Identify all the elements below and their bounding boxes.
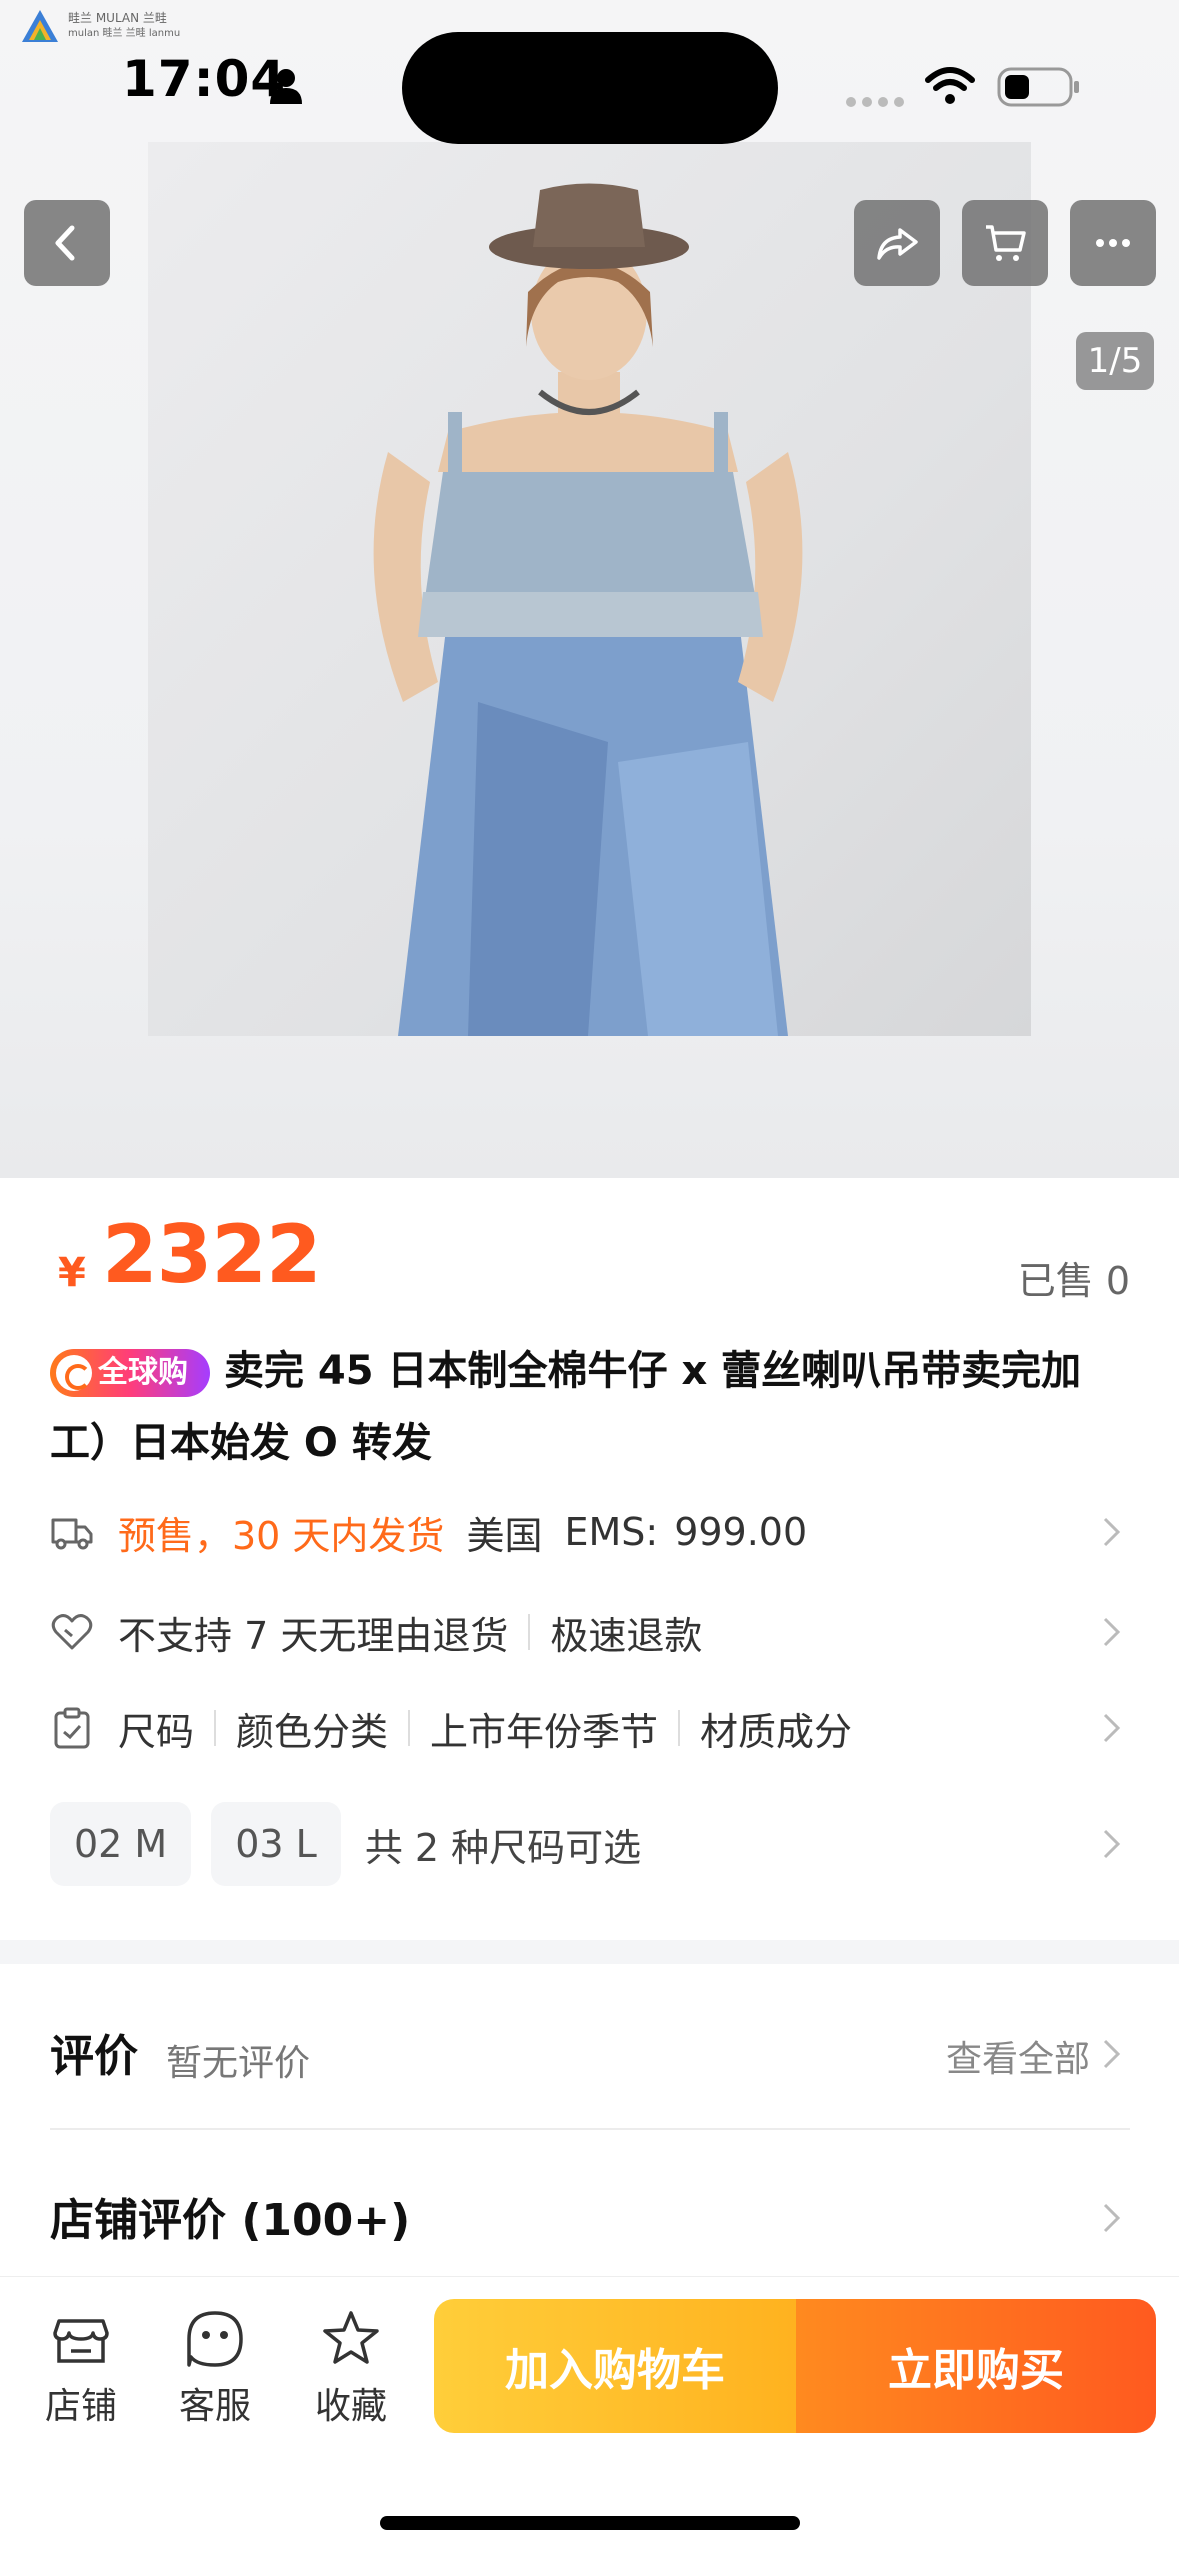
share-icon — [877, 228, 918, 260]
product-gallery[interactable] — [0, 0, 1179, 1178]
home-indicator — [380, 2516, 800, 2530]
chevron-right-icon — [1103, 1517, 1121, 1547]
global-tag-icon — [56, 1355, 92, 1391]
size-chip-l[interactable]: 03 L — [211, 1802, 341, 1886]
reviews-row[interactable]: 评价 暂无评价 查看全部 — [50, 2010, 1130, 2090]
sold-count: 已售 0 — [1017, 1259, 1130, 1303]
global-tag-label: 全球购 — [98, 1355, 188, 1390]
back-icon — [55, 225, 75, 261]
clock: 17:04 — [122, 50, 287, 108]
more-button[interactable] — [1070, 200, 1156, 286]
divider — [678, 1710, 681, 1746]
size-chip-m[interactable]: 02 M — [50, 1802, 192, 1886]
person-icon — [270, 69, 302, 104]
shop-reviews-row[interactable]: 店铺评价 (100+) — [50, 2174, 1130, 2254]
presale-text: 预售，30 天内发货 — [118, 1513, 445, 1558]
add-to-cart-button[interactable]: 加入购物车 — [434, 2299, 796, 2433]
chevron-right-icon — [1103, 1617, 1121, 1647]
shipping-row[interactable]: 预售，30 天内发货 美国 EMS: 999.00 — [50, 1502, 1130, 1562]
app-badge: 畦兰 MULAN 兰畦 mulan 畦兰 兰畦 lanmu — [20, 8, 180, 44]
cart-icon — [986, 225, 1026, 261]
store-icon — [53, 2319, 109, 2363]
signal-icon — [846, 97, 904, 107]
chevron-right-icon — [1103, 1829, 1121, 1859]
attribute-size: 尺码 — [118, 1709, 195, 1754]
divider — [408, 1710, 411, 1746]
wifi-icon — [925, 67, 975, 104]
attributes-row[interactable]: 尺码 颜色分类 上市年份季节 材质成分 — [50, 1698, 1130, 1758]
badge-line1: 畦兰 MULAN 兰畦 — [68, 11, 167, 25]
reviews-subtitle: 暂无评价 — [166, 2043, 311, 2084]
heart-shield-icon — [51, 1614, 93, 1650]
clipboard-icon — [54, 1707, 90, 1749]
return-policy-row[interactable]: 不支持 7 天无理由退货 极速退款 — [50, 1602, 1130, 1662]
badge-line2: mulan 畦兰 兰畦 lanmu — [68, 28, 181, 39]
favorite-tab[interactable]: 收藏 — [296, 2307, 406, 2429]
customer-service-tab[interactable]: 客服 — [160, 2307, 270, 2429]
ems-label: EMS: — [564, 1510, 659, 1554]
customer-service-label: 客服 — [178, 2386, 251, 2427]
badge-text: 畦兰 MULAN 兰畦 mulan 畦兰 兰畦 lanmu — [68, 10, 180, 42]
divider — [214, 1710, 217, 1746]
star-icon — [323, 2311, 379, 2364]
more-icon — [1096, 239, 1130, 247]
reviews-title: 评价 — [50, 2031, 138, 2082]
currency-symbol: ¥ — [58, 1250, 86, 1296]
status-bar: 畦兰 MULAN 兰畦 mulan 畦兰 兰畦 lanmu 17:04 — [0, 0, 1179, 150]
favorite-label: 收藏 — [314, 2386, 387, 2427]
shop-reviews-title: 店铺评价 (100+) — [50, 2195, 411, 2246]
share-button[interactable] — [854, 200, 940, 286]
ship-from-country: 美国 — [466, 1513, 543, 1558]
battery-icon — [997, 67, 1079, 107]
section-divider — [0, 1940, 1179, 1964]
page-indicator: 1/5 — [1076, 332, 1154, 390]
chat-face-icon — [187, 2311, 243, 2367]
cart-button[interactable] — [962, 200, 1048, 286]
divider — [50, 2128, 1130, 2130]
bottom-action-bar: 店铺 客服 收藏 加入购物车 立即购买 — [0, 2276, 1179, 2556]
price-row: ¥ 2322 已售 0 — [50, 1208, 1130, 1308]
store-tab-label: 店铺 — [44, 2386, 117, 2427]
dynamic-island — [402, 32, 778, 144]
view-all-reviews-link[interactable]: 查看全部 — [946, 2030, 1090, 2082]
chevron-right-icon — [1103, 2203, 1121, 2233]
divider — [528, 1614, 531, 1650]
back-button[interactable] — [24, 200, 110, 286]
attribute-material: 材质成分 — [700, 1709, 853, 1754]
buy-now-button[interactable]: 立即购买 — [796, 2299, 1156, 2433]
product-title: 全球购 卖完 45 日本制全棉牛仔 x 蕾丝喇叭吊带卖完加工）日本始发 O 转发 — [50, 1335, 1130, 1479]
attribute-season: 上市年份季节 — [430, 1709, 659, 1754]
price: 2322 — [102, 1208, 322, 1301]
store-tab[interactable]: 店铺 — [26, 2307, 136, 2429]
size-options-row[interactable]: 02 M 03 L 共 2 种尺码可选 — [50, 1802, 1130, 1886]
attribute-color: 颜色分类 — [236, 1709, 389, 1754]
chevron-right-icon — [1103, 1713, 1121, 1743]
ems-fee: 999.00 — [674, 1510, 808, 1554]
truck-icon — [51, 1518, 93, 1550]
chevron-right-icon — [1103, 2039, 1121, 2069]
global-purchase-badge: 全球购 — [50, 1349, 210, 1397]
return-policy-text: 不支持 7 天无理由退货 — [118, 1613, 509, 1658]
size-summary: 共 2 种尺码可选 — [364, 1825, 642, 1870]
fast-refund-text: 极速退款 — [550, 1613, 703, 1658]
mulan-logo-icon — [22, 10, 58, 42]
